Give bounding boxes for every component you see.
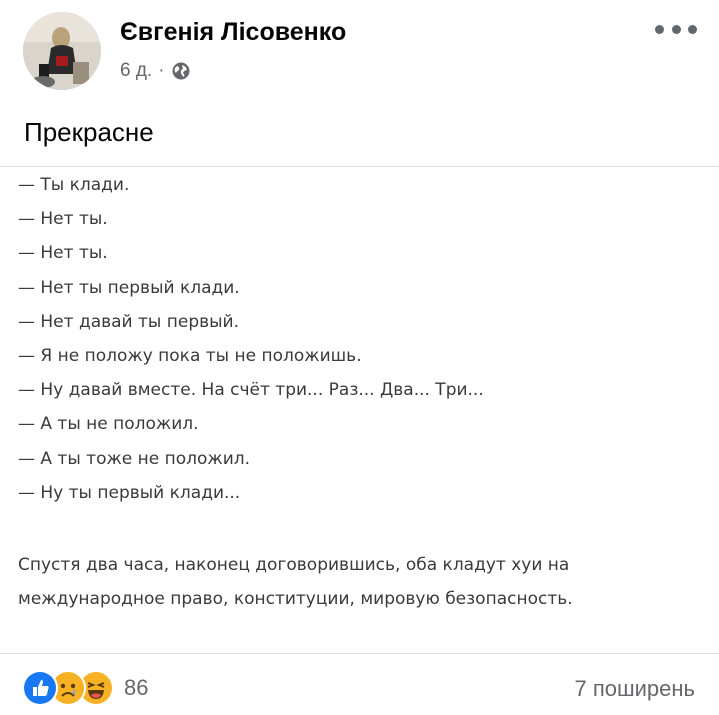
- dialogue-line: — Нет ты.: [18, 243, 108, 264]
- dialogue-line: — А ты не положил.: [18, 414, 199, 435]
- conclusion-paragraph: Спустя два часа, наконец договорившись, …: [18, 555, 573, 609]
- post-meta: 6 д. ·: [120, 60, 191, 82]
- divider: [0, 166, 719, 167]
- divider: [0, 653, 719, 654]
- dialogue-line: — Ты клади.: [18, 175, 130, 195]
- dialogue-line: — Нет давай ты первый.: [18, 311, 239, 332]
- globe-icon[interactable]: [171, 61, 191, 81]
- like-icon: [22, 670, 58, 706]
- dialogue-line: — Ну ты первый клади...: [18, 482, 241, 503]
- more-options-icon[interactable]: [655, 18, 697, 40]
- reaction-count[interactable]: 86: [124, 675, 148, 701]
- avatar[interactable]: [23, 12, 101, 90]
- dialogue-line: — Нет ты первый клади.: [18, 277, 240, 298]
- post-footer: 86 7 поширень: [0, 660, 719, 715]
- avatar-photo: [23, 12, 101, 90]
- dialogue-line: — Я не положу пока ты не положишь.: [18, 345, 362, 366]
- shares-count[interactable]: 7 поширень: [574, 676, 695, 702]
- post-caption: Прекрасне: [24, 117, 154, 147]
- post-image[interactable]: — Ты клади. — Нет ты. — Нет ты. — Нет ты…: [18, 168, 708, 510]
- author-name[interactable]: Євгенія Лісовенко: [120, 18, 346, 47]
- meta-separator: ·: [158, 60, 165, 81]
- post-header: Євгенія Лісовенко 6 д. ·: [0, 0, 719, 110]
- post-time[interactable]: 6 д.: [120, 60, 152, 82]
- dialogue-line: — А ты тоже не положил.: [18, 448, 251, 469]
- dialogue-line: — Ну давай вместе. На счёт три... Раз...…: [18, 380, 484, 401]
- reactions-summary[interactable]: 86: [22, 670, 148, 706]
- dialogue-line: — Нет ты.: [18, 209, 108, 230]
